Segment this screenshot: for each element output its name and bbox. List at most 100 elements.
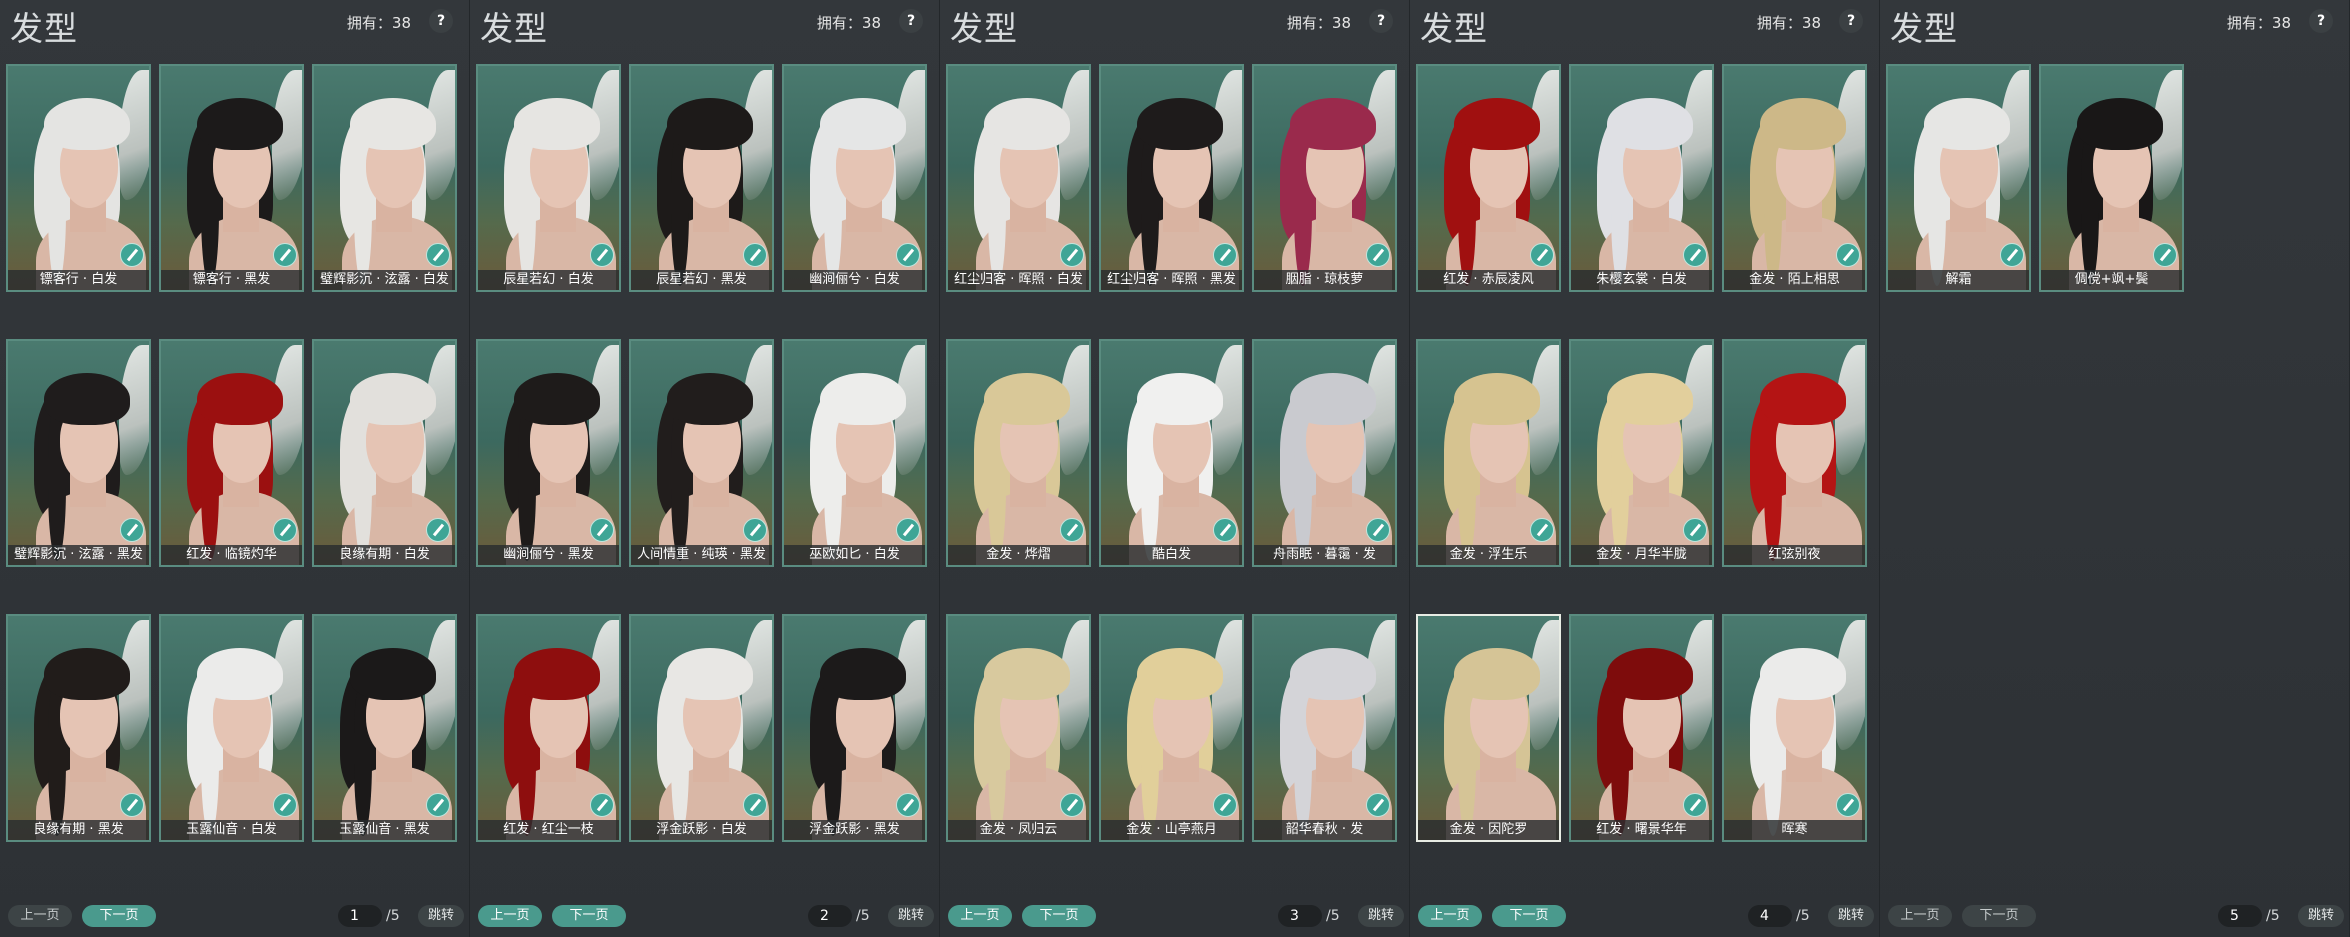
hair-top <box>197 648 283 700</box>
hairstyle-panel: 发型 拥有：38? 镖客行 · 白发 镖客行 · 黑发 璧辉影沉 · 泫露 · 白发 璧辉… <box>0 0 470 937</box>
next-page-button[interactable]: 下一页 <box>1022 905 1096 927</box>
hair-top <box>984 373 1070 425</box>
hairstyle-card[interactable]: 幽涧俪兮 · 白发 <box>782 64 927 292</box>
hairstyle-card[interactable]: 浮金跃影 · 白发 <box>629 614 774 842</box>
hairstyle-card[interactable]: 金发 · 因陀罗 <box>1416 614 1561 842</box>
hairstyle-name: 晖寒 <box>1724 820 1865 840</box>
hairstyle-card[interactable]: 璧辉影沉 · 泫露 · 白发 <box>312 64 457 292</box>
owned-check-icon <box>1213 518 1237 542</box>
hairstyle-card[interactable]: 红尘归客 · 晖照 · 黑发 <box>1099 64 1244 292</box>
hair-top <box>514 98 600 150</box>
help-icon[interactable]: ? <box>429 9 453 33</box>
hairstyle-card[interactable]: 玉露仙音 · 白发 <box>159 614 304 842</box>
jump-button[interactable]: 跳转 <box>888 905 934 927</box>
help-icon[interactable]: ? <box>899 9 923 33</box>
next-page-button[interactable]: 下一页 <box>1492 905 1566 927</box>
owned-check-icon <box>1060 793 1084 817</box>
hairstyle-name: 玉露仙音 · 黑发 <box>314 820 455 840</box>
hairstyle-card[interactable]: 良缘有期 · 黑发 <box>6 614 151 842</box>
jump-button[interactable]: 跳转 <box>1358 905 1404 927</box>
hairstyle-card[interactable]: 璧辉影沉 · 泫露 · 黑发 <box>6 339 151 567</box>
hairstyle-card[interactable]: 解霜 <box>1886 64 2031 292</box>
hair-top <box>350 648 436 700</box>
hairstyle-card[interactable]: 金发 · 凤归云 <box>946 614 1091 842</box>
next-page-button[interactable]: 下一页 <box>1962 905 2036 927</box>
hairstyle-card[interactable]: 红发 · 赤辰凌风 <box>1416 64 1561 292</box>
pagination: 上一页 下一页 5/5 跳转 <box>1880 905 2350 929</box>
owned-count: 拥有：38 <box>346 14 411 32</box>
owned-check-icon <box>743 793 767 817</box>
owned-check-icon <box>120 793 144 817</box>
hairstyle-card[interactable]: 红弦别夜 <box>1722 339 1867 567</box>
hairstyle-card[interactable]: 红发 · 曙景华年 <box>1569 614 1714 842</box>
hairstyle-card[interactable]: 金发 · 陌上相思 <box>1722 64 1867 292</box>
prev-page-button[interactable]: 上一页 <box>1888 905 1952 927</box>
next-page-button[interactable]: 下一页 <box>82 905 156 927</box>
hairstyle-card[interactable]: 倜傥+飒+鬓 <box>2039 64 2184 292</box>
prev-page-button[interactable]: 上一页 <box>1418 905 1482 927</box>
hair-top <box>197 373 283 425</box>
hairstyle-card[interactable]: 金发 · 烨熠 <box>946 339 1091 567</box>
hairstyle-card[interactable]: 金发 · 浮生乐 <box>1416 339 1561 567</box>
hair-top <box>197 98 283 150</box>
hairstyle-card[interactable]: 红发 · 临镜灼华 <box>159 339 304 567</box>
hairstyle-name: 金发 · 因陀罗 <box>1418 820 1559 840</box>
hair-top <box>1760 648 1846 700</box>
owned-check-icon <box>1836 243 1860 267</box>
hairstyle-card[interactable]: 金发 · 月华半胧 <box>1569 339 1714 567</box>
help-icon[interactable]: ? <box>1839 9 1863 33</box>
hairstyle-card[interactable]: 良缘有期 · 白发 <box>312 339 457 567</box>
hairstyle-card[interactable]: 韶华春秋 · 发 <box>1252 614 1397 842</box>
jump-button[interactable]: 跳转 <box>418 905 464 927</box>
page-number-input[interactable]: 2 <box>808 905 852 927</box>
prev-page-button[interactable]: 上一页 <box>478 905 542 927</box>
hairstyle-card[interactable]: 镖客行 · 白发 <box>6 64 151 292</box>
hairstyle-card[interactable]: 红尘归客 · 晖照 · 白发 <box>946 64 1091 292</box>
hairstyle-name: 红发 · 曙景华年 <box>1571 820 1712 840</box>
hair-top <box>44 98 130 150</box>
hairstyle-card[interactable]: 人间情重 · 纯瑛 · 黑发 <box>629 339 774 567</box>
hairstyle-name: 金发 · 浮生乐 <box>1418 545 1559 565</box>
owned-count: 拥有：38 <box>816 14 881 32</box>
hairstyle-card[interactable]: 晖寒 <box>1722 614 1867 842</box>
help-icon[interactable]: ? <box>2309 9 2333 33</box>
hairstyle-card[interactable]: 辰星若幻 · 黑发 <box>629 64 774 292</box>
prev-page-button[interactable]: 上一页 <box>948 905 1012 927</box>
hairstyle-card[interactable]: 幽涧俪兮 · 黑发 <box>476 339 621 567</box>
hairstyle-panel: 发型 拥有：38? 红尘归客 · 晖照 · 白发 红尘归客 · 晖照 · 黑发 胭脂 ·… <box>940 0 1410 937</box>
hairstyle-card[interactable]: 镖客行 · 黑发 <box>159 64 304 292</box>
page-total: /5 <box>856 908 870 924</box>
owned-check-icon <box>590 518 614 542</box>
hairstyle-name: 红发 · 赤辰凌风 <box>1418 270 1559 290</box>
page-number-input[interactable]: 1 <box>338 905 382 927</box>
hair-top <box>1607 98 1693 150</box>
hair-top <box>514 648 600 700</box>
hairstyle-panel: 发型 拥有：38? 解霜 倜傥+飒+鬓 上一页 下一页 5/5 跳转 <box>1880 0 2350 937</box>
hairstyle-card[interactable]: 金发 · 山亭燕月 <box>1099 614 1244 842</box>
hair-top <box>1760 373 1846 425</box>
prev-page-button[interactable]: 上一页 <box>8 905 72 927</box>
hairstyle-card[interactable]: 浮金跃影 · 黑发 <box>782 614 927 842</box>
hairstyle-card[interactable]: 胭脂 · 琼枝萝 <box>1252 64 1397 292</box>
hairstyle-card[interactable]: 巫欧如匕 · 白发 <box>782 339 927 567</box>
hairstyle-name: 镖客行 · 黑发 <box>161 270 302 290</box>
page-total: /5 <box>2266 908 2280 924</box>
jump-button[interactable]: 跳转 <box>1828 905 1874 927</box>
owned-check-icon <box>1530 518 1554 542</box>
hairstyle-card[interactable]: 朱樱玄裳 · 白发 <box>1569 64 1714 292</box>
owned-check-icon <box>273 793 297 817</box>
hairstyle-card[interactable]: 辰星若幻 · 白发 <box>476 64 621 292</box>
hairstyle-card[interactable]: 玉露仙音 · 黑发 <box>312 614 457 842</box>
next-page-button[interactable]: 下一页 <box>552 905 626 927</box>
page-number-input[interactable]: 3 <box>1278 905 1322 927</box>
owned-check-icon <box>743 243 767 267</box>
jump-button[interactable]: 跳转 <box>2298 905 2344 927</box>
help-icon[interactable]: ? <box>1369 9 1393 33</box>
page-number-input[interactable]: 4 <box>1748 905 1792 927</box>
hairstyle-card[interactable]: 红发 · 红尘一枝 <box>476 614 621 842</box>
hairstyle-card[interactable]: 酷白发 <box>1099 339 1244 567</box>
page-number-input[interactable]: 5 <box>2218 905 2262 927</box>
hairstyle-panel: 发型 拥有：38? 红发 · 赤辰凌风 朱樱玄裳 · 白发 金发 · 陌上相思 金发 · … <box>1410 0 1880 937</box>
hairstyle-name: 玉露仙音 · 白发 <box>161 820 302 840</box>
hairstyle-card[interactable]: 舟雨眠 · 暮霭 · 发 <box>1252 339 1397 567</box>
